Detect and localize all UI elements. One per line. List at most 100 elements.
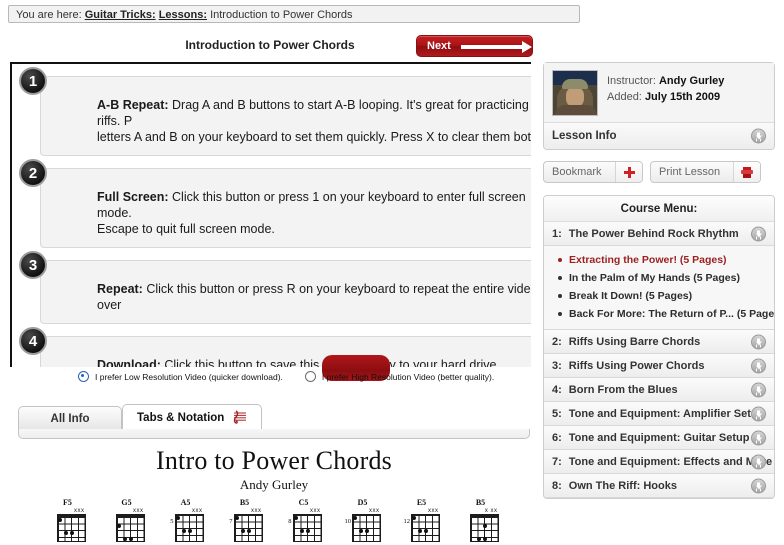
chord-name: A5 [180, 498, 191, 507]
course-menu-title: Course Menu: [544, 196, 774, 222]
course-section-2[interactable]: 2: Riffs Using Barre Chords [544, 330, 774, 354]
section-number: 7: [552, 455, 562, 468]
chord-diagram: A5 xxx 5 [168, 498, 204, 542]
bookmark-label: Bookmark [552, 166, 602, 178]
content-tabs: All Info Tabs & Notation [18, 404, 263, 430]
chord-fretboard [233, 514, 263, 542]
chord-diagram: E5 xxx 12 [404, 498, 440, 542]
step-text-line2: letters A and B on your keyboard to set … [97, 130, 531, 144]
chevron-down-icon [751, 478, 766, 493]
tab-tabs-notation-label: Tabs & Notation [137, 411, 225, 424]
lesson-item-extracting-the-power[interactable]: Extracting the Power! (5 Pages) [544, 251, 774, 269]
course-section-1[interactable]: 1: The Power Behind Rock Rhythm [544, 222, 774, 246]
page-title: Introduction to Power Chords [185, 38, 355, 52]
lesson-item-in-the-palm-of-my-hands[interactable]: In the Palm of My Hands (5 Pages) [544, 269, 774, 287]
print-lesson-label: Print Lesson [659, 166, 721, 178]
instructor-name: Andy Gurley [658, 75, 725, 87]
chord-fret-number: 7 [229, 518, 233, 525]
step-body: Full Screen: Click this button or press … [41, 169, 531, 247]
tab-all-info[interactable]: All Info [18, 406, 122, 430]
lesson-info-label: Lesson Info [552, 130, 617, 142]
chord-diagram: G5 xxx [109, 498, 145, 542]
course-section-5[interactable]: 5: Tone and Equipment: Amplifier Setup [544, 402, 774, 426]
lesson-page: You are here: Guitar Tricks: Lessons: In… [0, 0, 784, 545]
course-section-3[interactable]: 3: Riffs Using Power Chords [544, 354, 774, 378]
chord-diagram: D5 xxx 10 [345, 498, 381, 542]
added-date: July 15th 2009 [644, 91, 721, 103]
chord-name: G5 [121, 498, 132, 507]
sheet-author: Andy Gurley [239, 477, 309, 492]
bullet-icon [558, 294, 562, 298]
section-label: Riffs Using Power Chords [568, 359, 705, 372]
course-section-1-items: Extracting the Power! (5 Pages) In the P… [544, 246, 774, 330]
high-resolution-radio[interactable] [304, 371, 316, 382]
step-text: Click this button or press R on your key… [97, 282, 531, 312]
step-title: A-B Repeat: [97, 98, 169, 112]
chord-fretboard [56, 514, 86, 542]
section-number: 4: [552, 383, 562, 396]
printer-icon [733, 162, 760, 182]
high-resolution-label: I prefer High Resolution Video (better q… [321, 371, 495, 382]
section-number: 5: [552, 407, 562, 420]
course-section-4[interactable]: 4: Born From the Blues [544, 378, 774, 402]
chevron-down-icon [751, 406, 766, 421]
breadcrumb: You are here: Guitar Tricks: Lessons: In… [8, 5, 580, 23]
sidebar: Instructor: Andy Gurley Added: July 15th… [543, 62, 775, 499]
next-button[interactable]: Next [416, 35, 533, 57]
course-section-7[interactable]: 7: Tone and Equipment: Effects and More [544, 450, 774, 474]
chord-diagram: B5 xxx 7 [227, 498, 263, 542]
section-label: The Power Behind Rock Rhythm [568, 227, 739, 240]
lesson-info-toggle[interactable]: Lesson Info [544, 122, 774, 149]
tab-tabs-notation[interactable]: Tabs & Notation [122, 404, 263, 430]
plus-icon [615, 162, 642, 182]
course-section-8[interactable]: 8: Own The Riff: Hooks [544, 474, 774, 498]
step-number-badge: 2 [19, 159, 47, 187]
instructor-label: Instructor: [607, 75, 656, 87]
chord-fret-number: 8 [288, 518, 292, 525]
chord-name: B5 [475, 498, 486, 507]
bullet-icon [558, 312, 562, 316]
instructor-card: Instructor: Andy Gurley Added: July 15th… [543, 62, 775, 150]
section-number: 3: [552, 359, 562, 372]
breadcrumb-prefix: You are here: [16, 9, 82, 21]
chevron-down-icon [751, 334, 766, 349]
chord-fret-number: 5 [170, 518, 174, 525]
lesson-actions: Bookmark Print Lesson [543, 161, 775, 183]
chord-name: C5 [298, 498, 309, 507]
step-body: A-B Repeat: Drag A and B buttons to star… [41, 77, 531, 155]
lesson-item-break-it-down[interactable]: Break It Down! (5 Pages) [544, 287, 774, 305]
step-title: Download: [97, 358, 161, 367]
chord-name: F5 [63, 498, 72, 507]
section-number: 8: [552, 479, 562, 492]
bullet-icon [558, 276, 562, 280]
course-menu: Course Menu: 1: The Power Behind Rock Rh… [543, 195, 775, 499]
lesson-item-back-for-more[interactable]: Back For More: The Return of P... (5 Pag… [544, 305, 774, 323]
step-number-badge: 1 [19, 67, 47, 95]
chevron-down-icon [751, 430, 766, 445]
step-title: Repeat: [97, 282, 143, 296]
avatar [552, 70, 598, 116]
breadcrumb-link-guitar-tricks[interactable]: Guitar Tricks: [85, 9, 156, 21]
sheet-title: Intro to Power Chords [155, 446, 393, 475]
breadcrumb-link-lessons[interactable]: Lessons: [159, 9, 207, 21]
bookmark-button[interactable]: Bookmark [543, 161, 643, 183]
chord-name: D5 [357, 498, 368, 507]
lesson-item-label: Extracting the Power! (5 Pages) [569, 254, 727, 266]
section-label: Tone and Equipment: Effects and More [568, 455, 773, 468]
breadcrumb-current: Introduction to Power Chords [210, 9, 353, 21]
added-label: Added: [607, 91, 642, 103]
step-body: Download: Click this button to save this… [41, 337, 531, 367]
chord-fret-number [109, 514, 115, 518]
tab-strip [18, 429, 530, 439]
resolution-options: I prefer Low Resolution Video (quicker d… [78, 371, 518, 382]
chord-fretboard [292, 514, 322, 542]
help-step-4: 4 Download: Click this button to save th… [19, 327, 531, 367]
course-section-6[interactable]: 6: Tone and Equipment: Guitar Setup [544, 426, 774, 450]
low-resolution-radio[interactable] [78, 371, 89, 382]
chord-fretboard [410, 514, 440, 542]
tab-all-info-label: All Info [50, 412, 90, 425]
chevron-down-icon [751, 358, 766, 373]
print-lesson-button[interactable]: Print Lesson [650, 161, 761, 183]
chord-fret-number: 10 [344, 518, 352, 525]
chord-diagram: F5 xxx [50, 498, 86, 542]
